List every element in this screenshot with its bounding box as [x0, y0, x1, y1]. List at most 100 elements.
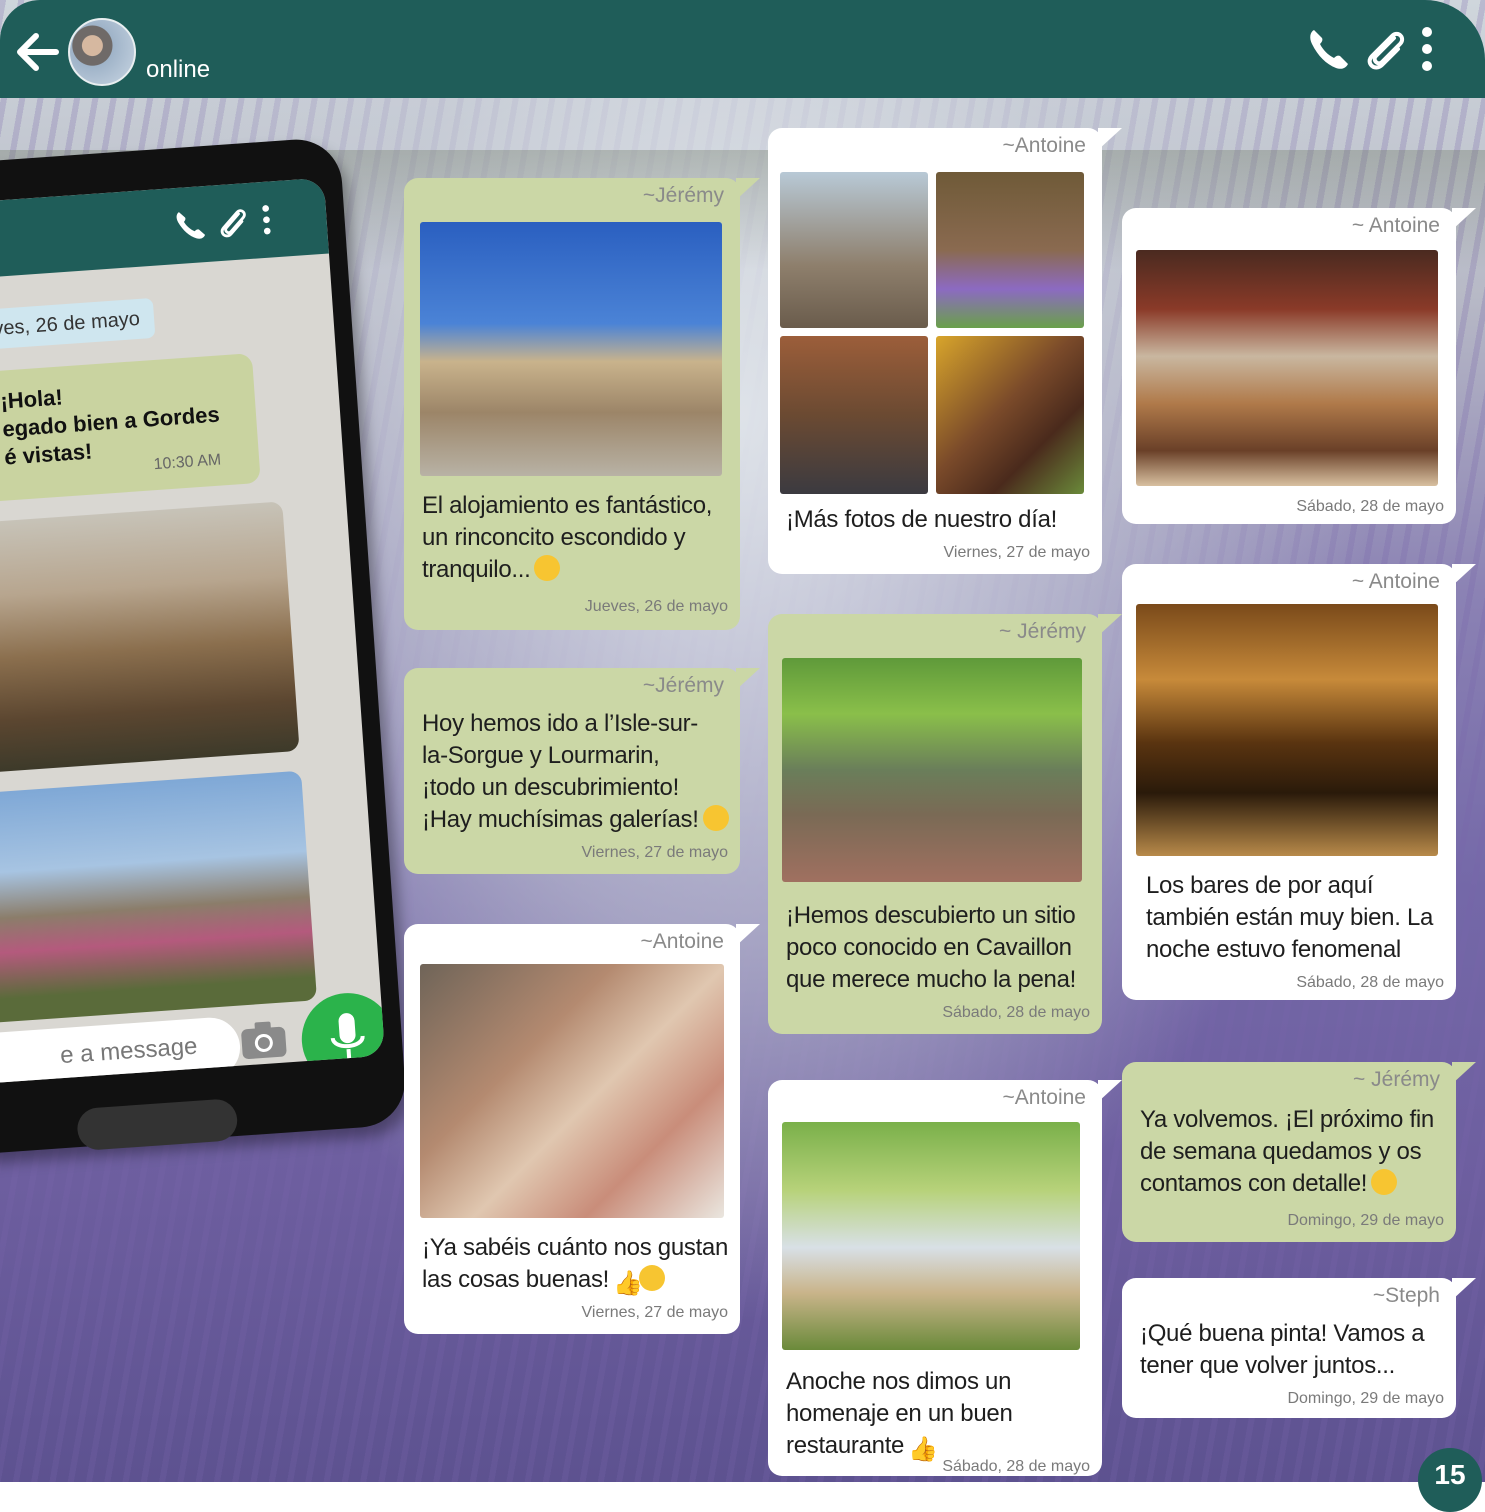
sender-name: ~Antoine — [640, 930, 725, 953]
heart-eyes-emoji-icon — [702, 805, 729, 831]
sleeping-face-emoji-icon — [534, 555, 561, 581]
phone-message-bubble: ¡Hola! egado bien a Gordes é vistas! 10:… — [0, 353, 261, 504]
sender-name: ~ Jérémy — [999, 620, 1086, 643]
message-date: Viernes, 27 de mayo — [581, 844, 728, 861]
bubble-tail — [1452, 208, 1476, 230]
message-text: ¡Ya sabéis cuánto nos gustan las cosas b… — [422, 1232, 729, 1297]
message-line-text: contamos con detalle! — [1140, 1170, 1368, 1197]
more-vertical-icon[interactable] — [1412, 24, 1442, 74]
message-line: Hoy hemos ido a l’Isle-sur- — [422, 710, 698, 737]
message-line: que merece mucho la pena! — [786, 966, 1077, 993]
message-bubble: ~Antoine ¡Más fotos de nuestro día! Vier… — [768, 128, 1122, 574]
bubble-tail — [736, 178, 760, 200]
message-input[interactable]: e a message — [0, 1015, 243, 1087]
bubble-tail — [736, 668, 760, 690]
phone-icon[interactable] — [1304, 24, 1354, 74]
message-line: ¡Hemos descubierto un sitio — [786, 902, 1076, 929]
message-bubble: ~ Antoine Los bares de por aquí también … — [1122, 564, 1476, 1000]
house-photo[interactable] — [420, 222, 722, 476]
page-number: 15 — [1418, 1448, 1482, 1512]
message-bubble: ~ Jérémy ¡Hemos descubierto un sitio poc… — [768, 614, 1122, 1034]
heart-eyes-emoji-icon — [1371, 1169, 1398, 1195]
gallery-photo[interactable] — [780, 172, 928, 328]
bubble-tail — [1452, 564, 1476, 586]
phone-screen: ves, 26 de mayo ¡Hola! egado bien a Gord… — [0, 177, 386, 1087]
message-line: contamos con detalle! — [1140, 1168, 1434, 1200]
paperclip-icon[interactable] — [1360, 24, 1410, 74]
message-text: Hoy hemos ido a l’Isle-sur- la-Sorgue y … — [422, 708, 729, 836]
microphone-icon — [330, 1013, 365, 1062]
message-bubble: ~Steph ¡Qué buena pinta! Vamos a tener q… — [1122, 1278, 1476, 1418]
message-date: Jueves, 26 de mayo — [584, 598, 728, 615]
gallery-photo[interactable] — [936, 336, 1084, 494]
paperclip-icon[interactable] — [213, 203, 251, 241]
microphone-button[interactable] — [298, 989, 386, 1087]
sender-name: ~ Antoine — [1351, 214, 1440, 237]
message-line: ¡Ya sabéis cuánto nos gustan — [422, 1234, 729, 1261]
message-date: Sábado, 28 de mayo — [1296, 974, 1444, 991]
message-line: El alojamiento es fantástico, — [422, 492, 713, 519]
bubble-tail — [1452, 1278, 1476, 1300]
message-line: ¡Qué buena pinta! Vamos a — [1140, 1320, 1425, 1347]
stone-building-photo[interactable] — [0, 770, 318, 1024]
chat-header — [0, 0, 1485, 98]
bubble-tail — [1098, 614, 1122, 636]
input-placeholder: e a message — [59, 1032, 199, 1070]
bubble-tail — [1098, 128, 1122, 150]
message-line: poco conocido en Cavaillon — [786, 934, 1072, 961]
message-date: Viernes, 27 de mayo — [943, 544, 1090, 561]
phone-chat-header — [0, 177, 329, 285]
message-line: Ya volvemos. ¡El próximo fin — [1140, 1106, 1434, 1133]
message-bubble: ~ Antoine Sábado, 28 de mayo — [1122, 208, 1476, 524]
message-line: también están muy bien. La — [1146, 904, 1434, 931]
message-date: Domingo, 29 de mayo — [1287, 1212, 1444, 1229]
message-date: Domingo, 29 de mayo — [1287, 1390, 1444, 1407]
message-bubble: ~Antoine ¡Ya sabéis cuánto nos gustan la… — [404, 924, 760, 1334]
sunglasses-emoji-icon — [639, 1265, 666, 1291]
phone-message-line: ¡Hola! — [0, 384, 64, 414]
sender-name: ~ Jérémy — [1353, 1068, 1440, 1091]
message-line-text: las cosas buenas! — [422, 1266, 610, 1293]
thumbs-up-emoji-icon: 👍 — [613, 1270, 643, 1297]
message-date: Sábado, 28 de mayo — [942, 1004, 1090, 1021]
message-text: Anoche nos dimos un homenaje en un buen … — [786, 1366, 1013, 1463]
message-time: 10:30 AM — [153, 451, 222, 474]
message-line: ¡todo un descubrimiento! — [422, 774, 679, 801]
phone-message-line: é vistas! — [3, 438, 94, 470]
message-bubble: ~Antoine Anoche nos dimos un homenaje en… — [768, 1080, 1122, 1476]
gordes-village-photo[interactable] — [0, 501, 300, 775]
message-text: Los bares de por aquí también están muy … — [1146, 870, 1433, 966]
wine-bar-photo[interactable] — [1136, 250, 1438, 486]
bubble-tail — [736, 924, 760, 946]
message-bubble: ~Jérémy Hoy hemos ido a l’Isle-sur- la-S… — [404, 668, 760, 874]
restaurant-photo[interactable] — [782, 1122, 1080, 1350]
phone-icon[interactable] — [171, 206, 209, 244]
cheese-wine-photo[interactable] — [420, 964, 724, 1218]
gallery-photo[interactable] — [936, 172, 1084, 328]
message-date: Sábado, 28 de mayo — [1296, 498, 1444, 515]
message-line: Los bares de por aquí — [1146, 872, 1374, 899]
message-bubble: ~Jérémy El alojamiento es fantástico, un… — [404, 178, 760, 630]
message-line: ¡Más fotos de nuestro día! — [786, 506, 1058, 533]
avatar[interactable] — [68, 18, 136, 86]
message-line: Anoche nos dimos un — [786, 1368, 1012, 1395]
sender-name: ~Jérémy — [642, 674, 724, 697]
gallery-photo[interactable] — [780, 336, 928, 494]
message-bubble: ~ Jérémy Ya volvemos. ¡El próximo fin de… — [1122, 1062, 1476, 1242]
more-vertical-icon[interactable] — [255, 201, 277, 238]
message-line: ¡Hay muchísimas galerías! — [422, 804, 729, 836]
message-line: las cosas buenas! 👍 — [422, 1264, 728, 1297]
message-line: la-Sorgue y Lourmarin, — [422, 742, 660, 769]
message-line: noche estuvo fenomenal — [1146, 936, 1401, 963]
wine-bottles-photo[interactable] — [1136, 604, 1438, 856]
message-line: tener que volver juntos... — [1140, 1352, 1396, 1379]
garden-photo[interactable] — [782, 658, 1082, 882]
phone-mockup: ves, 26 de mayo ¡Hola! egado bien a Gord… — [0, 136, 408, 1158]
bubble-tail — [1098, 1080, 1122, 1102]
back-arrow-icon[interactable] — [12, 26, 64, 78]
sender-name: ~Antoine — [1002, 1086, 1087, 1109]
camera-icon[interactable] — [238, 1018, 289, 1061]
sender-name: ~ Antoine — [1351, 570, 1440, 593]
message-text: ¡Más fotos de nuestro día! — [786, 504, 1057, 536]
date-chip: ves, 26 de mayo — [0, 297, 156, 351]
